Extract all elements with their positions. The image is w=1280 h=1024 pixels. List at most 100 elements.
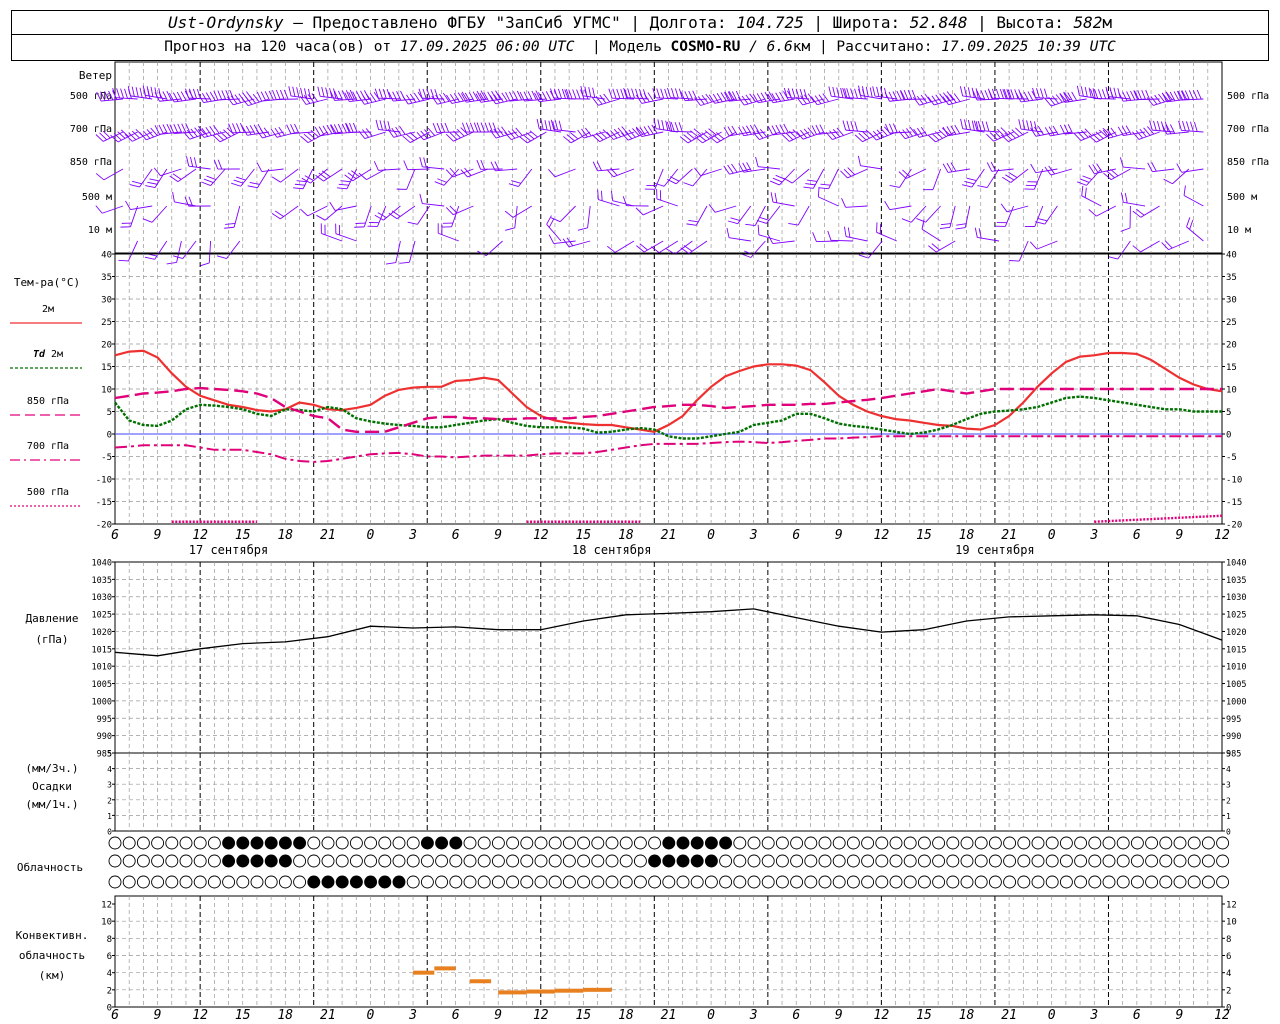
cloud-cover-icon — [364, 836, 378, 850]
x-tick-label: 0 — [367, 528, 375, 543]
wind-barb — [986, 168, 1000, 188]
wind-barb-feather — [656, 88, 661, 99]
cloud-cover-icon — [1173, 854, 1187, 868]
wind-barb — [1018, 240, 1029, 262]
wind-barb-feather — [1063, 124, 1070, 134]
cloud-cover-icon — [719, 875, 733, 889]
wind-barb-feather — [545, 91, 552, 101]
wind-barb-feather — [131, 86, 135, 97]
cloud-cover-icon — [932, 836, 946, 850]
cloud-cover-icon — [676, 836, 690, 850]
y-tick-label-left: 40 — [101, 251, 112, 261]
y-tick-label-right: 1010 — [1226, 663, 1246, 673]
y-tick-label-right: 1 — [1226, 812, 1231, 821]
x-tick-label: 6 — [452, 528, 460, 543]
x-tick-label-bottom: 18 — [618, 1008, 634, 1023]
wind-barb — [323, 168, 343, 182]
conv-cloud-bar — [583, 987, 612, 992]
cloud-cover-icon — [349, 854, 363, 868]
wind-barb-feather — [419, 193, 423, 204]
wind-barb — [139, 168, 153, 188]
wind-barb-feather — [741, 253, 752, 258]
x-tick-label: 21 — [661, 528, 677, 543]
cloud-cover-icon — [449, 854, 463, 868]
wind-barb — [598, 199, 620, 207]
cloud-cover-icon — [534, 875, 548, 889]
wind-barb-feather — [383, 120, 387, 131]
wind-barb-feather — [686, 223, 697, 226]
cloud-cover-icon — [1017, 875, 1031, 889]
wind-barb-feather — [807, 179, 818, 182]
cloud-cover-icon — [420, 875, 434, 889]
cloud-cover-icon — [236, 836, 250, 850]
wind-barb — [613, 168, 635, 178]
wind-barb — [832, 131, 854, 140]
cloud-cover-icon — [1031, 836, 1045, 850]
x-tick-label: 6 — [792, 528, 800, 543]
wind-barb-feather — [1027, 91, 1034, 101]
wind-barb-feather — [300, 208, 309, 217]
wind-barb — [554, 168, 576, 178]
x-tick-label: 18 — [959, 528, 975, 543]
x-tick-label-bottom: 15 — [916, 1008, 932, 1023]
y-tick-label-left: 25 — [101, 318, 112, 328]
wind-barb-feather — [815, 124, 821, 135]
wind-barb — [103, 168, 124, 181]
wind-level-label-right: 10 м — [1227, 225, 1251, 236]
wind-barb — [443, 168, 460, 186]
cloud-cover-icon — [165, 836, 179, 850]
wind-panel: Ветер500 гПа 500 гПа700 гПа 700 гПа850 гПа… — [70, 61, 1269, 267]
wind-barb-feather — [1029, 241, 1038, 250]
wind-barb-feather — [1030, 127, 1037, 137]
wind-barb-feather — [294, 123, 300, 134]
wind-barb-feather — [650, 246, 660, 254]
wind-barb-feather — [217, 90, 223, 100]
wind-barb-feather — [962, 184, 972, 188]
y-tick-label-left: 1000 — [92, 697, 112, 707]
cloud-cover-icon — [704, 875, 718, 889]
wind-barb-feather — [124, 88, 128, 99]
y-tick-label-left: 3 — [107, 781, 112, 790]
wind-barb-feather — [201, 93, 208, 103]
wind-barb-feather — [544, 120, 548, 131]
wind-barb-feather — [667, 87, 671, 98]
wind-barb-feather — [1122, 91, 1128, 101]
x-tick-label: 3 — [408, 528, 417, 543]
wind-barb-feather — [572, 89, 577, 100]
x-tick-label-bottom: 6 — [111, 1008, 119, 1023]
wind-barb-feather — [671, 88, 675, 98]
wind-barb-feather — [1178, 120, 1182, 131]
wind-barb-feather — [981, 121, 986, 132]
y-tick-label-right: 10 — [1226, 386, 1237, 396]
y-tick-label-left: 1030 — [92, 593, 112, 603]
wind-barb-feather — [688, 219, 699, 223]
cloud-cover-icon — [648, 875, 662, 889]
x-tick-label-bottom: 9 — [1176, 1008, 1184, 1023]
y-tick-label-left: 4 — [107, 969, 112, 979]
wind-barb-feather — [144, 256, 155, 260]
wind-barb-feather — [419, 156, 423, 167]
wind-barb-feather — [1092, 164, 1099, 174]
temp-title: Тем-ра(°С) — [14, 276, 80, 289]
x-tick-label: 15 — [576, 528, 592, 543]
cloud-cover-icon — [733, 836, 747, 850]
cloud-cover-icon — [1102, 854, 1116, 868]
wind-barb-feather — [249, 125, 256, 135]
cloud-cover-icon — [605, 854, 619, 868]
wind-barb — [598, 98, 620, 106]
cloud-cover-icon — [775, 854, 789, 868]
wind-barb-feather — [288, 86, 292, 97]
wind-barb-feather — [661, 120, 665, 130]
cloud-cover-icon — [477, 854, 491, 868]
cloud-cover-icon — [889, 854, 903, 868]
wind-barb-feather — [601, 190, 603, 201]
wind-barb-feather — [774, 192, 778, 203]
wind-barb-feather — [753, 124, 760, 134]
cloud-cover-icon — [1130, 836, 1144, 850]
wind-barb-feather — [727, 220, 738, 225]
wind-barb-feather — [245, 125, 252, 135]
wind-barb — [932, 168, 942, 190]
wind-barb-feather — [271, 176, 281, 183]
cloud-cover-icon — [619, 836, 633, 850]
wind-barb-feather — [192, 88, 197, 99]
